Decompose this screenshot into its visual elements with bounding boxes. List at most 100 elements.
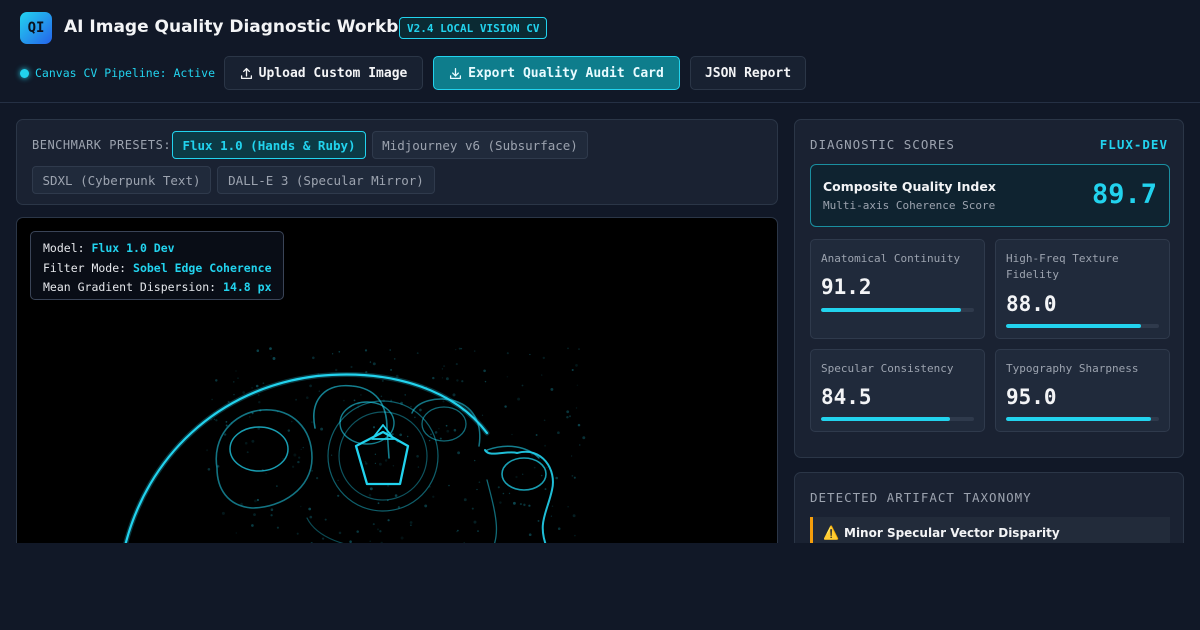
scores-title: DIAGNOSTIC SCORES (810, 137, 955, 152)
preset-chip-sdxl[interactable]: SDXL (Cyberpunk Text) (32, 166, 211, 194)
noise-speck (445, 424, 448, 427)
noise-speck (257, 393, 260, 397)
noise-speck (311, 421, 313, 423)
noise-speck (504, 405, 507, 408)
noise-speck (364, 460, 367, 463)
noise-speck (416, 455, 419, 458)
noise-speck (537, 519, 540, 522)
noise-speck (262, 382, 265, 385)
noise-speck (508, 492, 511, 495)
composite-title: Composite Quality Index (823, 179, 996, 194)
preset-chip-dalle[interactable]: DALL-E 3 (Specular Mirror) (217, 166, 435, 194)
noise-speck (567, 506, 569, 508)
noise-speck (251, 439, 255, 443)
noise-speck (249, 416, 251, 418)
noise-speck (499, 501, 502, 504)
noise-speck (424, 504, 428, 508)
noise-speck (483, 369, 486, 373)
noise-speck (270, 355, 272, 357)
noise-speck (300, 505, 302, 508)
presets-label: BENCHMARK PRESETS: (32, 138, 172, 152)
noise-speck (251, 387, 253, 389)
metric-card-typography: Typography Sharpness 95.0 (995, 349, 1170, 432)
noise-speck (343, 399, 345, 402)
composite-subtitle: Multi-axis Coherence Score (823, 199, 996, 212)
noise-speck (296, 532, 299, 535)
noise-speck (439, 437, 442, 440)
noise-speck (515, 475, 518, 479)
metric-bar-track (821, 417, 974, 421)
noise-speck (528, 533, 532, 537)
preset-chip-flux[interactable]: Flux 1.0 (Hands & Ruby) (172, 131, 366, 159)
noise-speck (372, 426, 376, 429)
noise-speck (309, 384, 312, 388)
noise-speck (391, 433, 394, 436)
noise-speck (331, 353, 334, 355)
noise-speck (320, 427, 324, 431)
overlay-model-label: Model: (43, 241, 85, 255)
noise-speck (569, 415, 571, 418)
noise-speck (330, 454, 333, 456)
noise-speck (359, 393, 362, 396)
status-text: Canvas CV Pipeline: Active (35, 66, 216, 80)
noise-speck (497, 486, 500, 489)
overlay-filter-row: Filter Mode: Sobel Edge Coherence (43, 259, 272, 279)
overlay-model-row: Model: Flux 1.0 Dev (43, 239, 271, 259)
noise-speck (541, 374, 543, 376)
preset-chip-midjourney[interactable]: Midjourney v6 (Subsurface) (372, 131, 588, 159)
metric-name: Anatomical Continuity (821, 252, 961, 265)
noise-speck (377, 502, 380, 505)
noise-speck (334, 368, 338, 372)
noise-speck (295, 398, 298, 401)
noise-speck (443, 365, 446, 368)
noise-speck (265, 472, 267, 475)
noise-speck (579, 444, 581, 446)
noise-speck (372, 362, 376, 366)
noise-speck (392, 465, 395, 467)
noise-speck (578, 348, 580, 350)
app-logo: QI (20, 12, 52, 44)
json-button-label: JSON Report (704, 65, 792, 81)
noise-speck (471, 507, 474, 510)
noise-speck (372, 523, 375, 526)
export-audit-card-button[interactable]: Export Quality Audit Card (433, 56, 680, 90)
noise-speck (517, 397, 521, 401)
noise-speck (456, 530, 458, 533)
noise-speck (555, 476, 559, 480)
noise-speck (522, 473, 524, 475)
noise-speck (582, 436, 586, 440)
app-header: QI AI Image Quality Diagnostic Workbench… (0, 0, 1200, 103)
noise-speck (384, 439, 387, 442)
image-canvas[interactable]: Model: Flux 1.0 Dev Filter Mode: Sobel E… (16, 217, 778, 557)
noise-speck (300, 448, 302, 451)
metric-name: Typography Sharpness (1006, 362, 1139, 375)
noise-speck (287, 429, 291, 432)
noise-speck (309, 515, 313, 519)
noise-speck (350, 365, 353, 369)
noise-speck (235, 532, 237, 534)
metric-bar-fill (1006, 324, 1141, 328)
upload-image-button[interactable]: Upload Custom Image (224, 56, 423, 90)
noise-speck (434, 431, 438, 434)
noise-speck (393, 358, 396, 360)
noise-speck (215, 379, 218, 382)
metric-bar-fill (1006, 417, 1152, 421)
noise-speck (384, 459, 388, 462)
noise-speck (571, 368, 574, 372)
noise-speck (448, 484, 450, 487)
json-report-button[interactable]: JSON Report (690, 56, 806, 90)
noise-speck (576, 384, 579, 387)
noise-speck (409, 521, 413, 524)
noise-speck (419, 408, 422, 412)
noise-speck (381, 379, 384, 382)
noise-speck (529, 353, 531, 356)
version-badge: V2.4 LOCAL VISION CV (399, 17, 548, 39)
status-dot-icon (20, 68, 29, 78)
noise-speck (390, 368, 393, 371)
noise-speck (535, 434, 538, 436)
noise-speck (306, 396, 309, 399)
diagnostic-scores-panel: DIAGNOSTIC SCORES FLUX-DEV Composite Qua… (794, 119, 1184, 458)
noise-speck (207, 468, 211, 471)
noise-speck (365, 462, 368, 465)
noise-speck (318, 390, 320, 392)
